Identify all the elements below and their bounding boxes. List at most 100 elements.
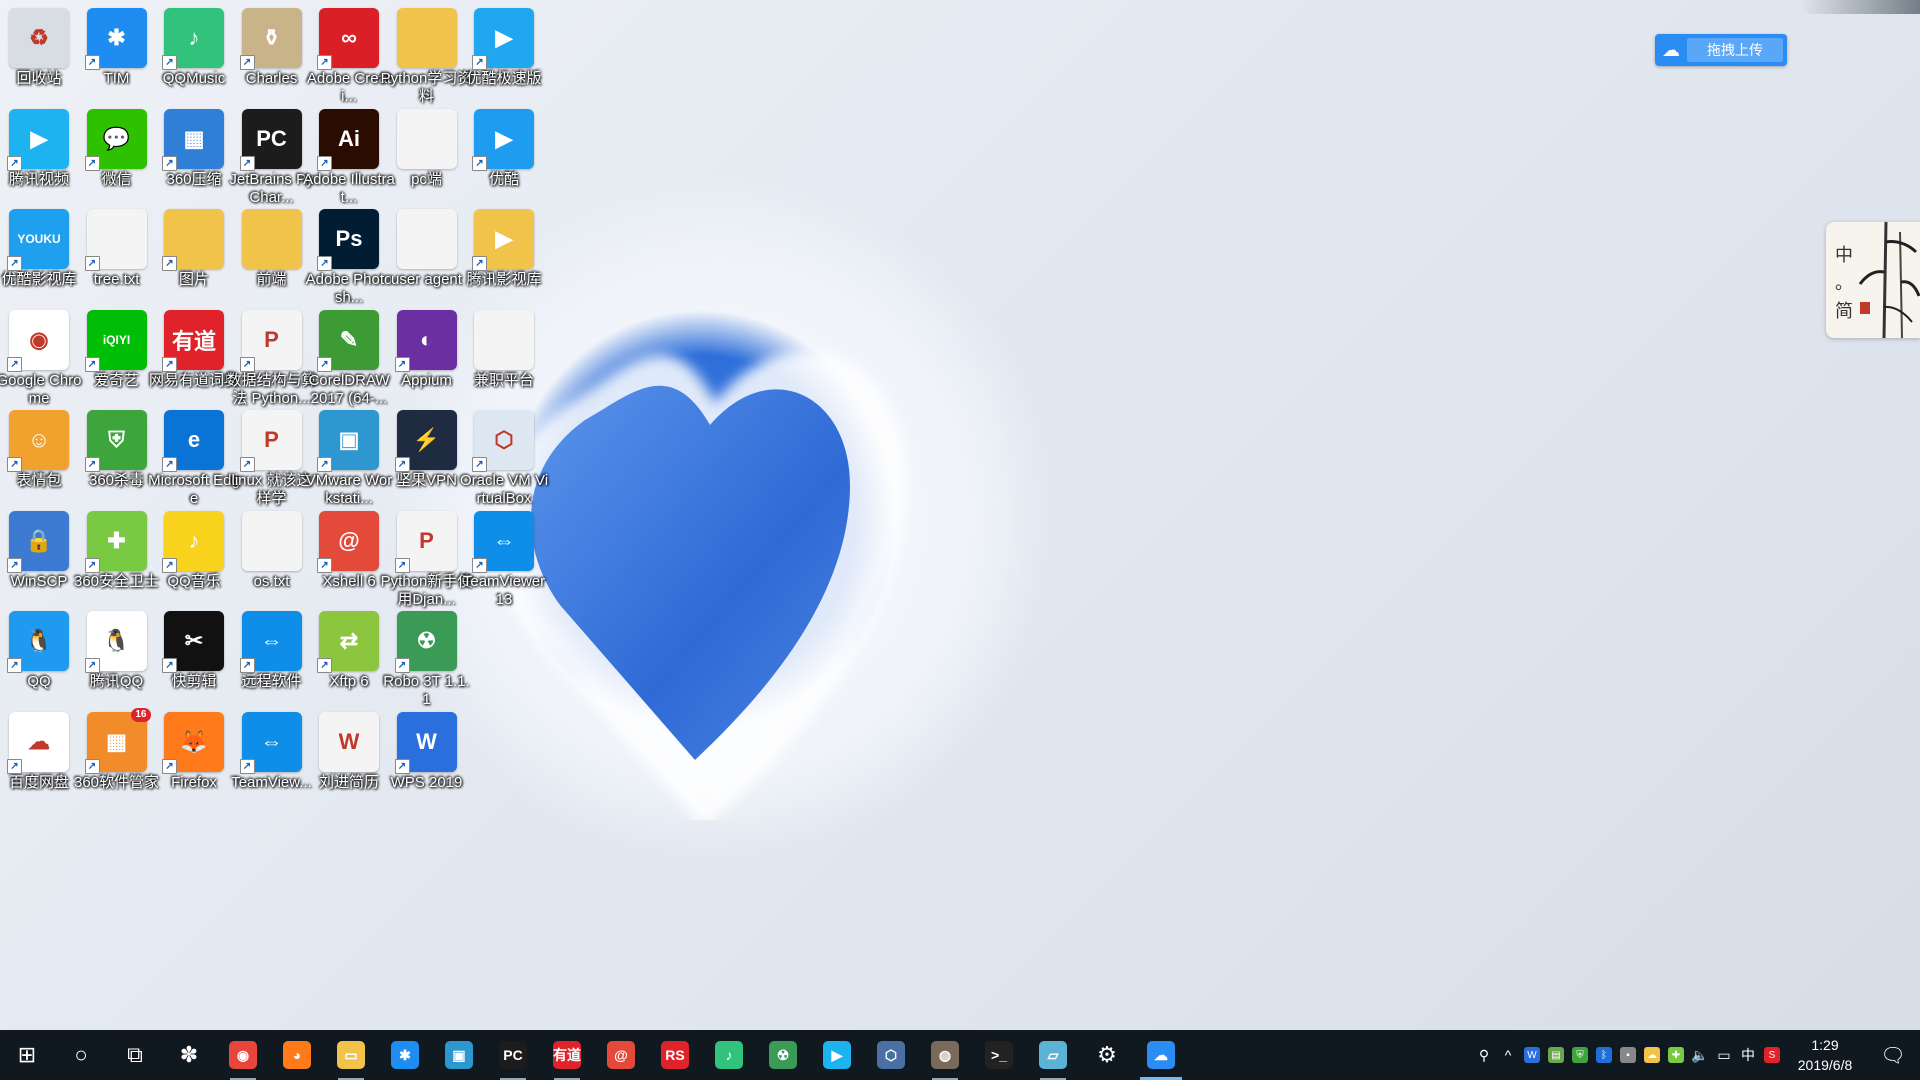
taskbar-rs-app[interactable]: RS (648, 1030, 702, 1080)
desktop-icon-label: TeamViewer 13 (462, 572, 546, 608)
word-doc-icon: W (319, 711, 379, 772)
taskbar-pycharm[interactable]: PC (486, 1030, 540, 1080)
taskbar-robo3t-icon: ☢ (769, 1041, 797, 1069)
upload-drag-label[interactable]: 拖拽上传 (1687, 38, 1783, 62)
taskbar-tim[interactable]: ✱ (378, 1030, 432, 1080)
firefox-icon: 🦊 ↗ (162, 711, 224, 774)
taskbar-settings-icon: ⚙ (1097, 1042, 1117, 1067)
tray-app-w-icon[interactable]: W (1520, 1030, 1544, 1080)
pdf-icon: P ↗ (394, 510, 457, 573)
task-view-button-icon: ⧉ (127, 1042, 143, 1067)
ime-indicator[interactable]: 中 (1736, 1030, 1760, 1080)
taskbar-robo3t[interactable]: ☢ (756, 1030, 810, 1080)
shortcut-arrow-icon: ↗ (317, 457, 332, 472)
taskbar-firefox[interactable]: ◕ (270, 1030, 324, 1080)
ime-simplified[interactable]: 简 (1834, 298, 1854, 326)
desktop-icon-label: 腾讯影视库 (466, 271, 542, 288)
task-view-button[interactable]: ⧉ (108, 1030, 162, 1080)
network-icon[interactable]: ▭ (1712, 1030, 1736, 1080)
shortcut-arrow-icon: ↗ (7, 557, 22, 573)
taskbar-pinwheel-app[interactable]: ✽ (162, 1030, 216, 1080)
shortcut-arrow-icon: ↗ (472, 256, 487, 271)
tray-cloud-app-icon[interactable]: ☁ (1640, 1030, 1664, 1080)
shortcut-arrow-icon: ↗ (84, 758, 100, 774)
qqmusic-icon: ♪ ↗ (162, 8, 224, 70)
pdf-icon: P ↗ (239, 309, 302, 372)
taskbar-notebook-app[interactable]: ▱ (1026, 1030, 1080, 1080)
shortcut-arrow-icon: ↗ (162, 758, 177, 774)
file-icon (396, 108, 457, 169)
taskbar-file-explorer[interactable]: ▭ (324, 1030, 378, 1080)
taskbar-chrome[interactable]: ◉ (216, 1030, 270, 1080)
taskbar-xshell[interactable]: @ (594, 1030, 648, 1080)
baidu-upload-widget[interactable]: ☁ 拖拽上传 (1655, 34, 1787, 66)
shortcut-arrow-icon: ↗ (162, 55, 177, 70)
taskbar-settings[interactable]: ⚙ (1080, 1030, 1134, 1080)
search-button-icon: ○ (74, 1042, 88, 1067)
taskbar-qqmusic[interactable]: ♪ (702, 1030, 756, 1080)
file-icon (396, 209, 457, 269)
taskbar-terminal-icon: >_ (985, 1041, 1013, 1069)
people-icon-glyph: ⚲ (1478, 1046, 1490, 1063)
tray-cloud-app-icon-glyph: ☁ (1644, 1047, 1660, 1063)
shortcut-arrow-icon: ↗ (162, 658, 177, 673)
taskbar-apps: ⊞ ○ ⧉ ✽ ◉ ◕ ▭ ✱ ▣ PC 有道 @ RS ♪ ☢ ▶ ⬡ ◍ >_ ▱ ⚙ ☁ (0, 1030, 1188, 1080)
pycharm-icon: PC ↗ (239, 108, 302, 171)
taskbar-virtualbox[interactable]: ⬡ (864, 1030, 918, 1080)
tray-360-shield-icon[interactable]: ⛨ (1568, 1030, 1592, 1080)
ime-mode-chinese[interactable]: 中 (1834, 242, 1854, 270)
people-icon[interactable]: ⚲ (1472, 1030, 1496, 1080)
ime-floating-widget[interactable]: 中 。 简 (1826, 222, 1920, 338)
shortcut-arrow-icon: ↗ (472, 155, 487, 171)
action-center-button[interactable]: 🗨 (1866, 1030, 1920, 1080)
tray-network-app-icon-glyph: ▤ (1548, 1047, 1564, 1063)
system-tray: ⚲ ^ W ▤ ⛨ ᛒ ▪ ☁ ✚ 🔈 ▭ 中 S 1:29 2019/6/8 🗨 (1472, 1030, 1920, 1080)
taskbar-photo-app[interactable]: ◍ (918, 1030, 972, 1080)
ime-punctuation[interactable]: 。 (1834, 270, 1854, 298)
text-file-icon (241, 510, 302, 571)
pictures-folder-icon: ↗ (162, 209, 224, 271)
volume-icon[interactable]: 🔈 (1688, 1030, 1712, 1080)
shortcut-arrow-icon: ↗ (394, 758, 410, 774)
shortcut-arrow-icon: ↗ (7, 457, 22, 472)
baidu-cloud-icon: ☁ (1662, 39, 1680, 60)
sogou-ime-icon-glyph: S (1764, 1047, 1780, 1063)
taskbar-xshell-icon: @ (607, 1041, 635, 1069)
sogou-ime-icon[interactable]: S (1760, 1030, 1784, 1080)
desktop-icon[interactable]: W ↗ WPS 2019 (380, 706, 474, 824)
wps-icon: W ↗ (394, 711, 457, 774)
tray-360-guard-icon[interactable]: ✚ (1664, 1030, 1688, 1080)
taskbar-terminal[interactable]: >_ (972, 1030, 1026, 1080)
search-button[interactable]: ○ (54, 1030, 108, 1080)
desktop-icon-label: WPS 2019 (390, 773, 463, 791)
tencent-video-icon: ▶ ↗ (7, 108, 69, 171)
tencent-qq-icon: 🐧 ↗ (84, 611, 147, 673)
xshell-icon: @ ↗ (317, 510, 379, 573)
start-button[interactable]: ⊞ (0, 1030, 54, 1080)
taskbar-photo-app-icon: ◍ (931, 1041, 959, 1069)
tray-devices-icon[interactable]: ▪ (1616, 1030, 1640, 1080)
tray-network-app-icon[interactable]: ▤ (1544, 1030, 1568, 1080)
bluetooth-icon[interactable]: ᛒ (1592, 1030, 1616, 1080)
shortcut-arrow-icon: ↗ (239, 155, 255, 171)
taskbar-youdao[interactable]: 有道 (540, 1030, 594, 1080)
taskbar-vmware[interactable]: ▣ (432, 1030, 486, 1080)
shortcut-arrow-icon: ↗ (162, 155, 177, 171)
notification-icon: 🗨 (1880, 1044, 1906, 1067)
shortcut-arrow-icon: ↗ (394, 356, 410, 372)
shortcut-arrow-icon: ↗ (317, 155, 332, 171)
show-hidden-icons-chevron[interactable]: ^ (1496, 1030, 1520, 1080)
qqmusic-icon: ♪ ↗ (162, 510, 224, 573)
shortcut-arrow-icon: ↗ (472, 55, 487, 70)
clock[interactable]: 1:29 2019/6/8 (1784, 1035, 1866, 1075)
taskbar-baidu-netdisk[interactable]: ☁ (1134, 1030, 1188, 1080)
teamviewer-icon: ⇔ ↗ (239, 711, 302, 774)
shortcut-arrow-icon: ↗ (84, 557, 100, 573)
clock-time: 1:29 (1811, 1037, 1839, 1053)
shortcut-arrow-icon: ↗ (7, 658, 22, 673)
360antivirus-icon: ⛨ ↗ (84, 410, 147, 472)
shortcut-arrow-icon: ↗ (239, 55, 255, 70)
taskbar-tencent-video[interactable]: ▶ (810, 1030, 864, 1080)
taskbar-chrome-icon: ◉ (229, 1041, 257, 1069)
taskbar-rs-app-icon: RS (661, 1041, 689, 1069)
